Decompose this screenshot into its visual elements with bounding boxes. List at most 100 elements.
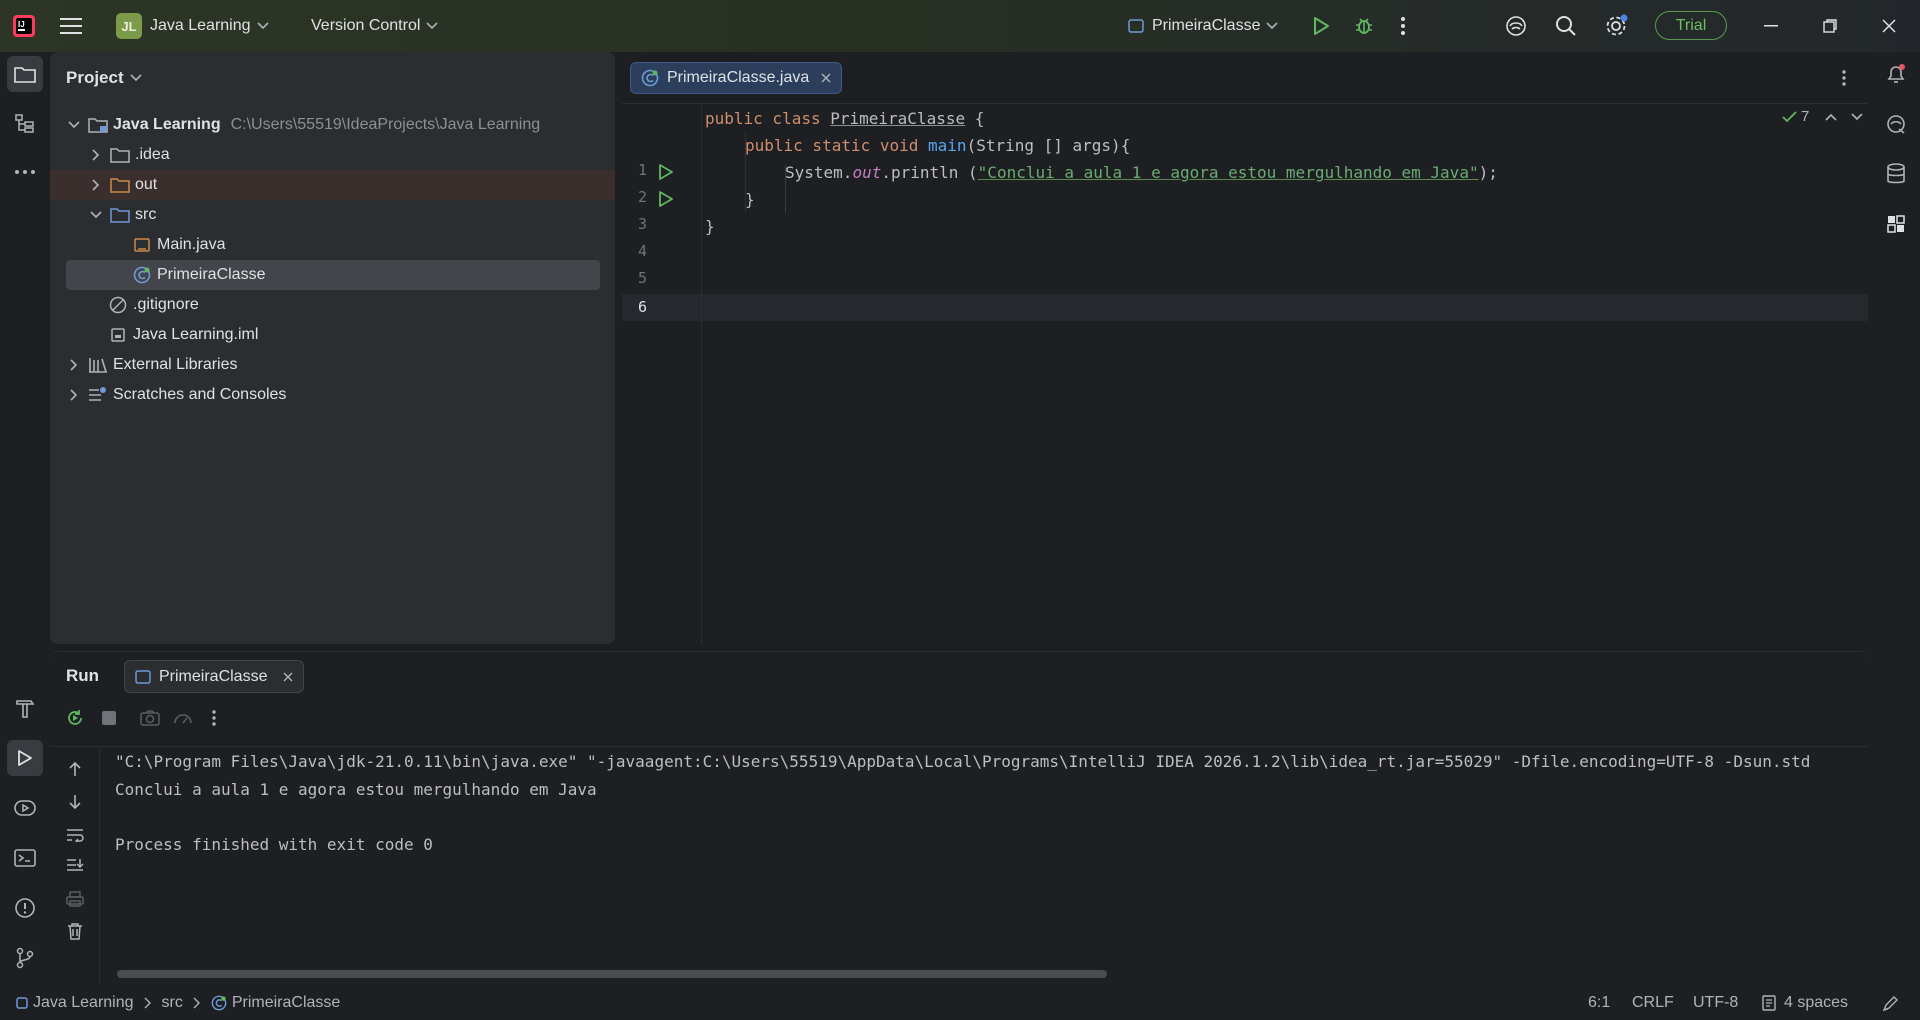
minimize-icon[interactable]: [1764, 0, 1778, 52]
editor-panel: PrimeiraClasse.java 1 2 3 4 5 6 7 public…: [622, 52, 1868, 644]
tree-item-java-learning[interactable]: Java Learning C:\Users\55519\IdeaProject…: [66, 110, 600, 140]
app-logo[interactable]: IJ: [12, 0, 36, 52]
trash-icon[interactable]: [62, 918, 88, 944]
ai-chat-icon[interactable]: [1878, 106, 1914, 142]
close-icon[interactable]: [1882, 0, 1896, 52]
play-icon: [18, 750, 32, 766]
tree-item-idea[interactable]: .idea: [66, 140, 600, 170]
ai-assistant-icon[interactable]: [1505, 0, 1527, 52]
problems-tool-button[interactable]: [7, 890, 43, 926]
chevron-right-icon[interactable]: [66, 359, 82, 371]
code-area[interactable]: public class PrimeiraClasse { public sta…: [622, 52, 1868, 644]
tree-item-primeiraclasse[interactable]: PrimeiraClasse: [66, 260, 600, 290]
scratches-icon: [88, 385, 108, 405]
line-separator[interactable]: CRLF: [1632, 985, 1674, 1020]
read-only-toggle-icon[interactable]: [1882, 985, 1900, 1020]
tree-item-iml[interactable]: Java Learning.iml: [66, 320, 600, 350]
breadcrumb: Java Learning src PrimeiraClasse: [16, 985, 340, 1020]
tree-item-external-libraries[interactable]: External Libraries: [66, 350, 600, 380]
excluded-folder-icon: [110, 175, 130, 195]
tree-item-label: Java Learning: [113, 116, 221, 133]
scroll-to-end-icon[interactable]: [62, 853, 88, 879]
indent-label: 4 spaces: [1784, 993, 1849, 1011]
git-tool-button[interactable]: [7, 940, 43, 976]
search-icon[interactable]: [1555, 0, 1577, 52]
vcs-menu[interactable]: Version Control: [311, 0, 438, 52]
tree-item-label: out: [135, 176, 158, 193]
breadcrumb-src[interactable]: src: [162, 994, 183, 1012]
tree-item-gitignore[interactable]: .gitignore: [66, 290, 600, 320]
breadcrumb-project[interactable]: Java Learning: [33, 994, 134, 1012]
run-config-selector[interactable]: PrimeiraClasse: [1128, 0, 1279, 52]
tree-item-out[interactable]: out: [50, 170, 615, 200]
run-tool-button[interactable]: [7, 740, 43, 776]
chevron-right-icon[interactable]: [88, 149, 104, 161]
restore-icon[interactable]: [1823, 0, 1837, 52]
chevron-down-icon: [256, 22, 269, 30]
rerun-icon[interactable]: [61, 704, 89, 732]
divider: [50, 746, 1868, 747]
code-line-2: public static void main(String [] args){: [745, 136, 1131, 155]
close-icon[interactable]: [283, 672, 293, 682]
chevron-right-icon: [193, 997, 200, 1008]
hammer-icon: [16, 700, 35, 718]
caret-position[interactable]: 6:1: [1588, 985, 1610, 1020]
soft-wrap-icon[interactable]: [62, 822, 88, 848]
console-line-exit: Process finished with exit code 0: [115, 835, 433, 854]
java-class-icon: [211, 995, 227, 1010]
structure-tool-button[interactable]: [7, 106, 43, 142]
tree-item-label: .gitignore: [133, 296, 199, 313]
chevron-down-icon: [1266, 22, 1279, 30]
trial-badge[interactable]: Trial: [1655, 11, 1727, 40]
file-encoding[interactable]: UTF-8: [1693, 985, 1738, 1020]
indent-setting[interactable]: 4 spaces: [1762, 985, 1848, 1020]
tree-item-main-java[interactable]: Main.java: [66, 230, 600, 260]
java-class-icon: [132, 265, 152, 285]
chevron-right-icon[interactable]: [88, 179, 104, 191]
code-line-1: public class PrimeiraClasse {: [705, 109, 985, 128]
plugin-icon[interactable]: [1878, 206, 1914, 242]
debug-button[interactable]: [1354, 0, 1374, 52]
indent-icon: [1762, 994, 1776, 1011]
more-tools-icon[interactable]: [7, 154, 43, 190]
chevron-down-icon: [426, 22, 438, 30]
terminal-icon: [14, 849, 36, 867]
run-button[interactable]: [1312, 0, 1330, 52]
more-actions-icon[interactable]: [1400, 0, 1406, 52]
database-icon[interactable]: [1878, 156, 1914, 192]
terminal-tool-button[interactable]: [7, 840, 43, 876]
project-tool-button[interactable]: [7, 56, 43, 92]
status-bar: Java Learning src PrimeiraClasse 6:1 CRL…: [0, 985, 1920, 1020]
run-tab-primeiraclasse[interactable]: PrimeiraClasse: [124, 660, 305, 693]
breadcrumb-class[interactable]: PrimeiraClasse: [232, 994, 340, 1012]
vcs-label: Version Control: [311, 17, 421, 34]
java-file-icon: [132, 235, 152, 255]
arrow-up-icon[interactable]: [62, 756, 88, 782]
chevron-down-icon[interactable]: [66, 121, 82, 129]
source-folder-icon: [110, 205, 130, 225]
title-bar: IJ JL Java Learning Version Control Prim…: [0, 0, 1920, 52]
tree-item-label: src: [135, 206, 157, 223]
chevron-right-icon[interactable]: [66, 389, 82, 401]
tree-item-src[interactable]: src: [66, 200, 600, 230]
services-tool-button[interactable]: [7, 790, 43, 826]
stop-icon[interactable]: [95, 704, 123, 732]
arrow-down-icon[interactable]: [62, 789, 88, 815]
notifications-icon[interactable]: [1878, 56, 1914, 92]
tree-item-scratches[interactable]: Scratches and Consoles: [66, 380, 600, 410]
project-badge: JL: [116, 13, 142, 39]
svg-text:IJ: IJ: [18, 20, 25, 29]
settings-gear-icon[interactable]: [1604, 0, 1628, 52]
print-icon[interactable]: [62, 886, 88, 912]
git-branch-icon: [16, 947, 34, 969]
horizontal-scrollbar[interactable]: [117, 970, 1107, 978]
chevron-down-icon[interactable]: [88, 211, 104, 219]
camera-icon[interactable]: [136, 704, 164, 732]
more-actions-icon[interactable]: [200, 704, 228, 732]
project-panel: Project Java Learning C:\Users\55519\Ide…: [50, 52, 615, 644]
project-switcher[interactable]: JL Java Learning: [116, 0, 269, 52]
profiler-icon[interactable]: [169, 704, 197, 732]
build-tool-button[interactable]: [7, 690, 43, 726]
main-menu-icon[interactable]: [60, 0, 82, 52]
project-panel-header[interactable]: Project: [66, 68, 142, 88]
